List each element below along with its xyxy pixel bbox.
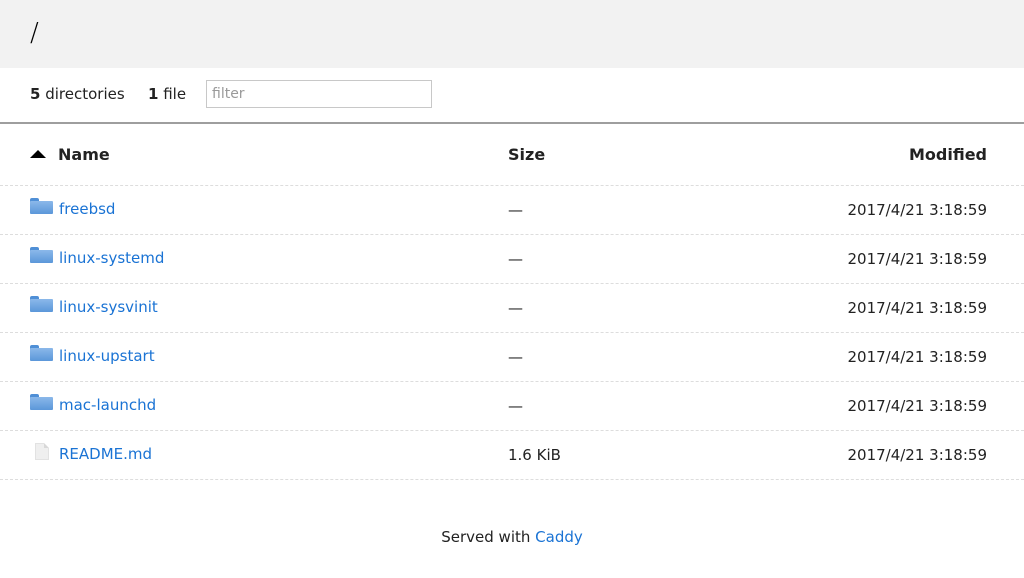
summary-bar: 5 directories 1 file (0, 68, 1024, 123)
folder-icon (30, 198, 53, 214)
name-cell: README.md (30, 442, 152, 463)
file-icon (35, 442, 49, 460)
entry-link[interactable]: mac-launchd (59, 396, 156, 414)
table-row: freebsd — 2017/4/21 3:18:59 (0, 186, 1024, 235)
entry-link[interactable]: linux-sysvinit (59, 298, 158, 316)
name-column-header: Name (58, 145, 110, 164)
entry-link[interactable]: linux-systemd (59, 249, 164, 267)
current-path: / (30, 18, 39, 48)
table-header: Name Size Modified (0, 124, 1024, 186)
modified-cell: 2017/4/21 3:18:59 (847, 299, 987, 317)
modified-cell: 2017/4/21 3:18:59 (847, 397, 987, 415)
entry-link[interactable]: freebsd (59, 200, 115, 218)
modified-cell: 2017/4/21 3:18:59 (847, 250, 987, 268)
name-cell: mac-launchd (30, 394, 156, 414)
folder-icon (30, 394, 53, 410)
table-row: linux-systemd — 2017/4/21 3:18:59 (0, 235, 1024, 284)
directory-count-number: 5 (30, 85, 41, 103)
file-listing: freebsd — 2017/4/21 3:18:59 linux-system… (0, 186, 1024, 480)
name-cell: linux-systemd (30, 247, 164, 267)
caddy-link[interactable]: Caddy (535, 528, 583, 546)
filter-input[interactable] (206, 80, 432, 108)
name-cell: freebsd (30, 198, 115, 218)
page-header: / (0, 0, 1024, 68)
size-cell: — (508, 299, 523, 317)
size-cell: — (508, 201, 523, 219)
footer-text: Served with (441, 528, 531, 546)
size-cell: — (508, 397, 523, 415)
page-footer: Served with Caddy (0, 528, 1024, 546)
file-count: 1 file (148, 85, 186, 103)
sort-by-name-button[interactable]: Name (30, 145, 110, 164)
directory-count: 5 directories (30, 85, 125, 103)
directory-count-label: directories (45, 85, 125, 103)
modified-cell: 2017/4/21 3:18:59 (847, 348, 987, 366)
name-cell: linux-upstart (30, 345, 155, 365)
modified-column-header[interactable]: Modified (909, 145, 987, 164)
size-cell: 1.6 KiB (508, 446, 561, 464)
table-row: linux-sysvinit — 2017/4/21 3:18:59 (0, 284, 1024, 333)
sort-ascending-icon (30, 150, 46, 158)
folder-icon (30, 345, 53, 361)
name-cell: linux-sysvinit (30, 296, 158, 316)
size-cell: — (508, 348, 523, 366)
size-column-header[interactable]: Size (508, 145, 545, 164)
folder-icon (30, 296, 53, 312)
modified-cell: 2017/4/21 3:18:59 (847, 201, 987, 219)
modified-cell: 2017/4/21 3:18:59 (847, 446, 987, 464)
file-count-number: 1 (148, 85, 159, 103)
entry-link[interactable]: linux-upstart (59, 347, 155, 365)
entry-link[interactable]: README.md (59, 445, 152, 463)
folder-icon (30, 247, 53, 263)
table-row: mac-launchd — 2017/4/21 3:18:59 (0, 382, 1024, 431)
table-row: README.md 1.6 KiB 2017/4/21 3:18:59 (0, 431, 1024, 480)
size-cell: — (508, 250, 523, 268)
file-count-label: file (163, 85, 187, 103)
table-row: linux-upstart — 2017/4/21 3:18:59 (0, 333, 1024, 382)
